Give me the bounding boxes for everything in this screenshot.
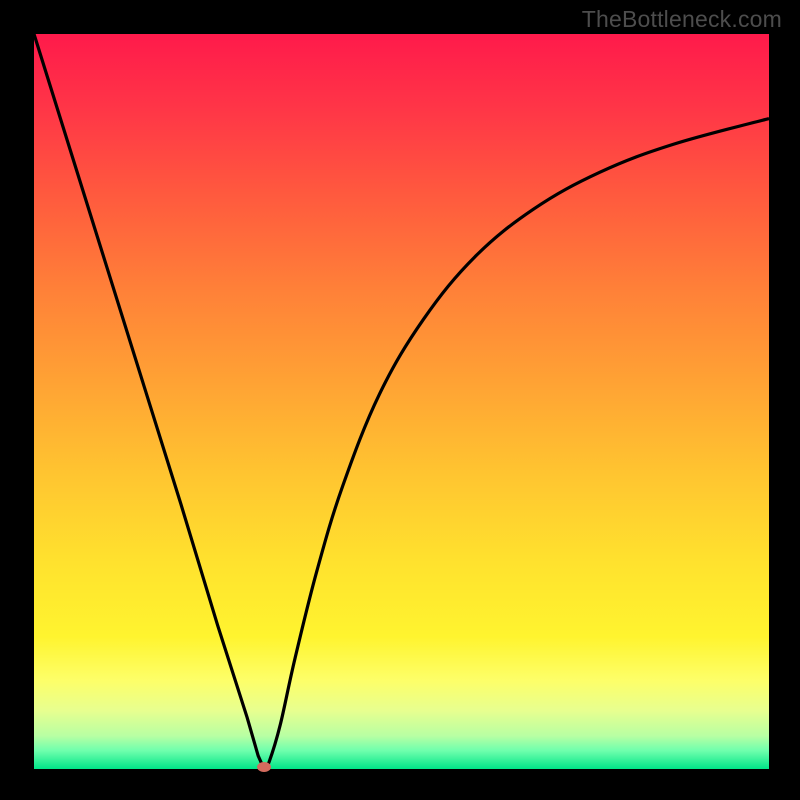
watermark-text: TheBottleneck.com: [582, 6, 782, 33]
minimum-marker: [257, 762, 271, 772]
bottleneck-curve: [34, 34, 769, 769]
chart-frame: TheBottleneck.com: [0, 0, 800, 800]
plot-area: [34, 34, 769, 769]
curve-line: [34, 34, 769, 769]
